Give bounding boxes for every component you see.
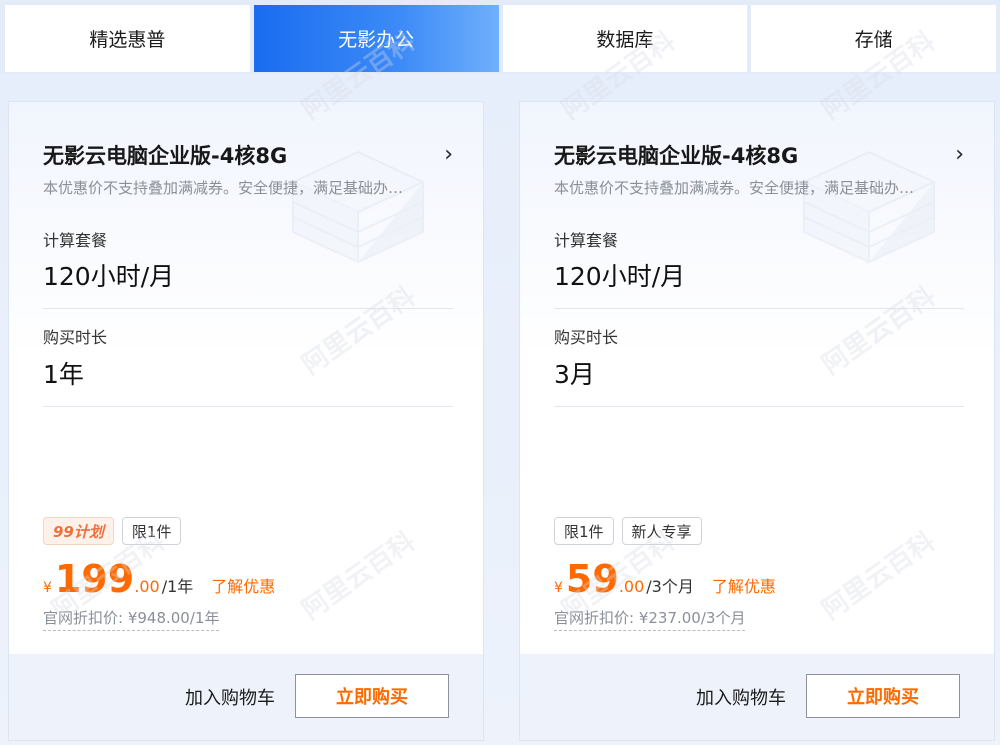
divider [554,308,964,309]
add-to-cart-button[interactable]: 加入购物车 [696,684,786,710]
product-title: 无影云电脑企业版-4核8G [43,144,288,168]
divider [43,308,453,309]
product-title: 无影云电脑企业版-4核8G [554,144,799,168]
product-title-row[interactable]: 无影云电脑企业版-4核8G › [43,140,453,170]
limit-tag: 限1件 [121,517,182,545]
limit-tag: 限1件 [554,517,614,545]
duration-label: 购买时长 [43,328,108,347]
price-decimal: .00 [618,577,645,596]
product-title-row[interactable]: 无影云电脑企业版-4核8G › [554,140,964,170]
price-currency: ¥ [43,580,52,596]
tab-wuying-office[interactable]: 无影办公 [253,5,499,72]
compute-value[interactable]: 120小时/月 [554,257,685,293]
divider [554,406,964,407]
new-user-tag: 新人专享 [621,517,702,545]
price: ¥ 199 .00 /1年 了解优惠 [43,560,275,598]
card-footer: 加入购物车 立即购买 [9,654,483,740]
compute-label: 计算套餐 [554,231,619,250]
promo-tag: 99计划 [43,517,114,545]
price-currency: ¥ [554,580,563,596]
price-decimal: .00 [134,577,160,596]
duration-label: 购买时长 [554,328,619,347]
product-card: 无影云电脑企业版-4核8G › 本优惠价不支持叠加满减券。安全便捷，满足基础办…… [519,101,995,741]
chevron-right-icon[interactable]: › [955,144,964,166]
tab-database[interactable]: 数据库 [502,5,748,72]
add-to-cart-button[interactable]: 加入购物车 [185,684,275,710]
learn-more-link[interactable]: 了解优惠 [211,573,275,597]
price-unit: /1年 [161,577,194,596]
duration-value[interactable]: 1年 [43,355,84,391]
compute-value[interactable]: 120小时/月 [43,257,174,293]
price-unit: /3个月 [646,577,694,596]
card-footer: 加入购物车 立即购买 [520,654,994,740]
tab-storage[interactable]: 存储 [751,5,996,72]
price: ¥ 59 .00 /3个月 了解优惠 [554,560,776,598]
product-card: 无影云电脑企业版-4核8G › 本优惠价不支持叠加满减券。安全便捷，满足基础办…… [8,101,484,741]
product-description: 本优惠价不支持叠加满减券。安全便捷，满足基础办… [43,179,404,197]
tab-featured[interactable]: 精选惠普 [5,5,250,72]
tag-list: 限1件 新人专享 [554,517,702,545]
original-price: 官网折扣价: ¥237.00/3个月 [554,607,746,631]
price-integer: 199 [54,557,135,601]
product-description: 本优惠价不支持叠加满减券。安全便捷，满足基础办… [554,179,915,197]
original-price: 官网折扣价: ¥948.00/1年 [43,607,220,631]
buy-now-button[interactable]: 立即购买 [295,674,449,718]
buy-now-button[interactable]: 立即购买 [806,674,960,718]
duration-value[interactable]: 3月 [554,355,595,391]
tag-list: 99计划 限1件 [43,517,182,545]
learn-more-link[interactable]: 了解优惠 [712,573,776,597]
divider [43,406,453,407]
price-integer: 59 [565,557,619,601]
compute-label: 计算套餐 [43,231,108,250]
chevron-right-icon[interactable]: › [444,144,453,166]
category-tabs: 精选惠普 无影办公 数据库 存储 [0,0,1000,74]
